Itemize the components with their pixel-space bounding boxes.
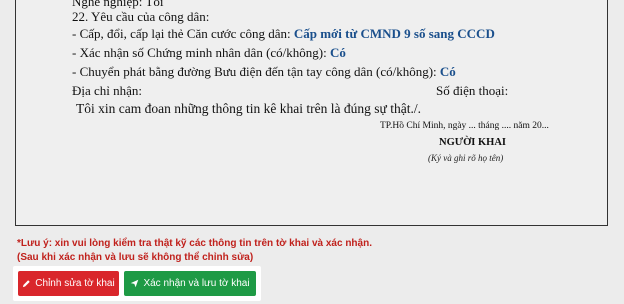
signature-hint: (Ký và ghi rõ họ tên) — [428, 153, 504, 163]
cap-doi-value: Cấp mới từ CMND 9 số sang CCCD — [293, 26, 495, 41]
confirm-save-button[interactable]: Xác nhận và lưu tờ khai — [124, 271, 256, 296]
warning-notice: *Lưu ý: xin vui lòng kiểm tra thật kỹ cá… — [17, 238, 372, 249]
xac-nhan-row: - Xác nhận số Chứng minh nhân dân (có/kh… — [72, 45, 346, 61]
action-button-group: Chỉnh sửa tờ khai Xác nhận và lưu tờ kha… — [13, 266, 261, 301]
warning-subnotice: (Sau khi xác nhận và lưu sẽ không thể ch… — [17, 252, 254, 263]
chuyen-phat-row: - Chuyển phát bằng đường Bưu điện đến tậ… — [72, 64, 456, 80]
cam-doan-statement: Tôi xin cam đoan những thông tin kê khai… — [76, 101, 421, 116]
edit-declaration-label: Chỉnh sửa tờ khai — [35, 278, 115, 289]
chuyen-phat-label: - Chuyển phát bằng đường Bưu điện đến tậ… — [72, 64, 437, 79]
pencil-icon — [22, 279, 31, 288]
confirm-save-label: Xác nhận và lưu tờ khai — [143, 278, 250, 289]
edit-declaration-button[interactable]: Chỉnh sửa tờ khai — [18, 271, 119, 296]
cap-doi-label: - Cấp, đổi, cấp lại thẻ Căn cước công dâ… — [72, 26, 291, 41]
signature-title: NGƯỜI KHAI — [439, 137, 506, 148]
chuyen-phat-value: Có — [439, 64, 456, 79]
signature-place-date: TP.Hồ Chí Minh, ngày ... tháng .... năm … — [380, 121, 549, 131]
dia-chi-label: Địa chỉ nhận: — [72, 83, 143, 98]
declaration-form-preview: Nghề nghiệp: Tôi 22. Yêu cầu của công dâ… — [15, 0, 608, 226]
send-icon — [130, 279, 139, 288]
so-dien-thoai-label: Số điện thoại: — [436, 83, 509, 98]
cap-doi-row: - Cấp, đổi, cấp lại thẻ Căn cước công dâ… — [72, 26, 495, 42]
xac-nhan-value: Có — [329, 45, 346, 60]
section-22-heading: 22. Yêu cầu của công dân: — [72, 9, 210, 24]
xac-nhan-label: - Xác nhận số Chứng minh nhân dân (có/kh… — [72, 45, 327, 60]
